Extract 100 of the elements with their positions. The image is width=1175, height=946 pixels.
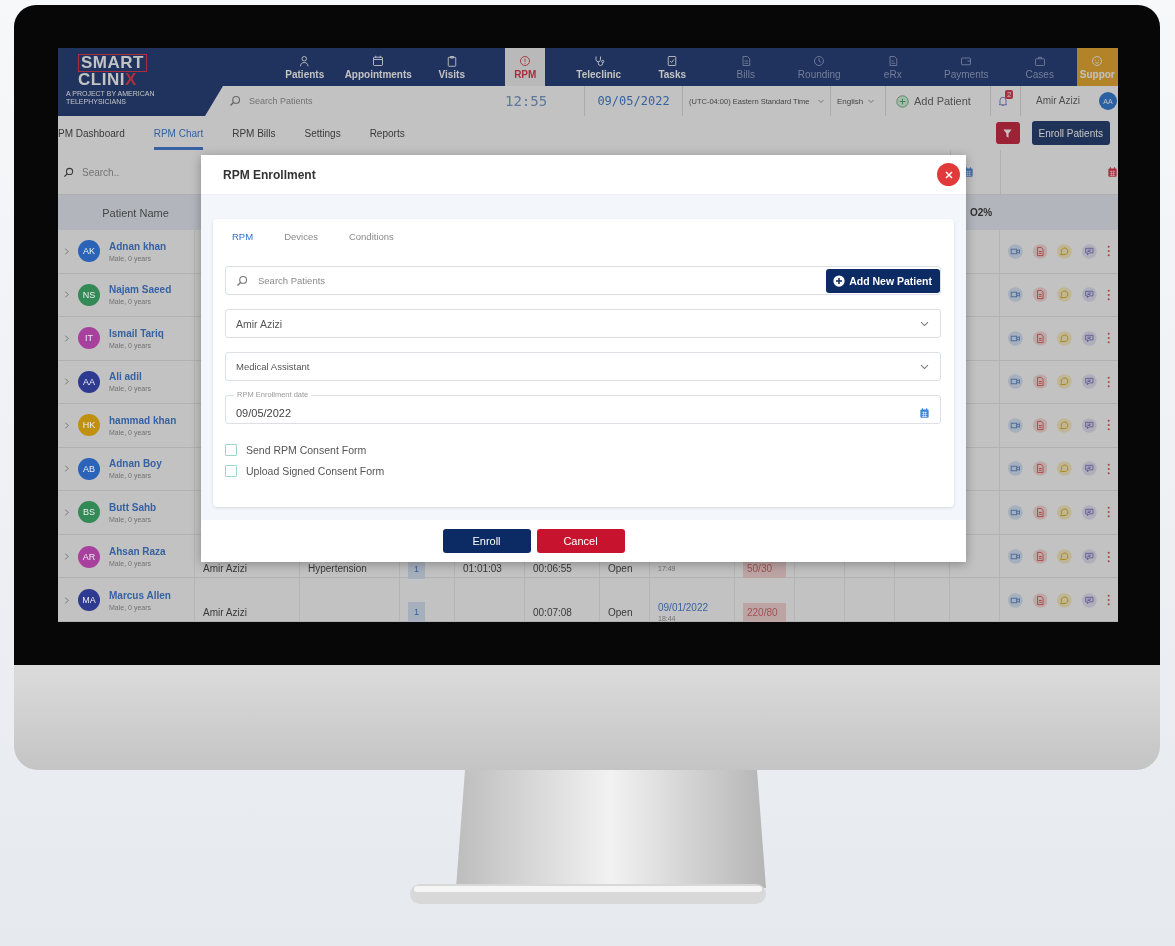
page-tab[interactable]: Reports xyxy=(369,116,405,150)
date-text: 09/05/2022 xyxy=(597,94,670,108)
funnel-icon xyxy=(1002,127,1013,139)
alert-circle-icon xyxy=(519,54,532,67)
message-icon xyxy=(1081,548,1097,565)
more-icon xyxy=(1106,549,1110,564)
message-icon xyxy=(1081,460,1097,478)
chevron-right-icon xyxy=(62,595,71,605)
message-icon xyxy=(1081,329,1097,347)
page-tab[interactable]: PM Dashboard xyxy=(58,116,125,150)
patient-name-link[interactable]: Butt Sahb xyxy=(109,501,157,513)
table-cell: Amir Azizi xyxy=(203,606,247,618)
page-tab[interactable]: RPM Bills xyxy=(232,116,276,150)
chat-bubble-icon xyxy=(1057,329,1072,347)
nav-tab[interactable]: Appointments xyxy=(341,48,415,86)
reading-value: 220/80 xyxy=(743,602,786,622)
dialog-tab[interactable]: Devices xyxy=(284,231,318,242)
checkbox-label: Send RPM Consent Form xyxy=(246,444,367,456)
checkbox-label: Upload Signed Consent Form xyxy=(246,465,385,477)
nav-tab[interactable]: Tasks xyxy=(635,48,709,86)
chat-bubble-icon xyxy=(1057,286,1072,304)
patient-name-link[interactable]: Adnan Boy xyxy=(109,458,162,470)
clock-time: 12:55 xyxy=(505,93,548,109)
stethoscope-icon xyxy=(592,54,605,67)
select-field[interactable]: Amir Azizi xyxy=(225,309,941,338)
patient-avatar: AK xyxy=(78,240,100,263)
nav-tab[interactable]: Patients xyxy=(268,48,342,86)
patient-avatar: AR xyxy=(78,545,100,568)
message-icon xyxy=(1081,286,1097,304)
patient-name-link[interactable]: Ali adil xyxy=(109,371,152,383)
checklist-icon xyxy=(666,54,679,67)
column-header: Patient Name xyxy=(102,206,169,219)
patient-name-link[interactable]: hammad khan xyxy=(109,414,177,426)
page-tab[interactable]: Settings xyxy=(304,116,341,150)
chevron-down-icon xyxy=(867,97,876,105)
search-icon xyxy=(63,166,74,178)
patient-avatar: AB xyxy=(78,457,100,480)
checkbox[interactable] xyxy=(225,444,237,456)
video-camera-icon xyxy=(1008,503,1023,521)
patient-name-link[interactable]: Adnan khan xyxy=(109,240,167,252)
plus-circle-icon xyxy=(896,94,909,108)
chevron-right-icon xyxy=(62,377,71,387)
document-icon xyxy=(1032,548,1048,565)
document-icon xyxy=(886,54,899,67)
chat-bubble-icon xyxy=(1057,503,1072,521)
document-icon xyxy=(1032,286,1048,304)
video-camera-icon xyxy=(1008,286,1023,304)
nav-tab[interactable]: Visits xyxy=(415,48,489,86)
logo-text: SMART xyxy=(78,54,147,72)
video-camera-icon xyxy=(1008,460,1023,478)
select-field[interactable]: Medical Assistant xyxy=(225,352,941,381)
cancel-button[interactable]: Cancel xyxy=(536,529,625,553)
date-link[interactable]: 09/01/2022 xyxy=(658,602,709,613)
enroll-button[interactable]: Enroll xyxy=(442,529,531,553)
patient-name-link[interactable]: Marcus Allen xyxy=(109,589,171,601)
dialog-tab[interactable]: Conditions xyxy=(348,231,394,242)
filter-button[interactable] xyxy=(995,122,1020,144)
patient-avatar: IT xyxy=(78,327,100,350)
bell-icon xyxy=(997,95,1009,107)
close-button[interactable] xyxy=(937,163,960,186)
dialog-title: RPM Enrollment xyxy=(223,167,316,182)
more-icon xyxy=(1106,593,1110,607)
patient-avatar: BS xyxy=(78,501,100,524)
patient-search-field[interactable]: Search Patients Add New Patient xyxy=(225,266,941,295)
chevron-right-icon xyxy=(62,290,71,300)
calendar-icon xyxy=(919,406,930,419)
dialog-tab[interactable]: RPM xyxy=(232,231,254,242)
table-cell: 01:01:03 xyxy=(463,563,502,574)
person-icon xyxy=(298,54,311,67)
chevron-right-icon xyxy=(62,507,71,517)
search-field[interactable]: Search Patients xyxy=(247,95,490,107)
document-icon xyxy=(1032,373,1048,391)
more-icon xyxy=(1106,287,1110,302)
wallet-icon xyxy=(960,54,973,67)
patient-avatar: NS xyxy=(78,283,100,306)
chat-bubble-icon xyxy=(1057,373,1072,391)
add-new-patient-button[interactable]: Add New Patient xyxy=(826,268,940,293)
smiley-icon xyxy=(1091,54,1104,67)
more-icon xyxy=(1106,244,1110,259)
chevron-right-icon xyxy=(62,246,71,256)
document-icon xyxy=(1032,460,1048,478)
search-icon xyxy=(229,95,241,107)
table-cell: Hypertension xyxy=(308,563,367,574)
checkbox[interactable] xyxy=(225,465,237,477)
patient-name-link[interactable]: Ismail Tariq xyxy=(109,327,164,339)
table-cell: 00:07:08 xyxy=(533,606,572,618)
message-icon xyxy=(1081,503,1097,521)
video-camera-icon xyxy=(1008,416,1023,434)
table-cell: Amir Azizi xyxy=(203,563,247,574)
chat-bubble-icon xyxy=(1057,548,1072,565)
nav-tab[interactable]: RPM xyxy=(505,48,546,86)
chevron-right-icon xyxy=(62,420,71,430)
patient-name-link[interactable]: Najam Saeed xyxy=(109,284,172,296)
chat-bubble-icon xyxy=(1057,460,1072,478)
nav-tab[interactable]: Teleclinic xyxy=(562,48,636,86)
message-icon xyxy=(1081,373,1097,391)
clock-icon xyxy=(813,54,826,67)
patient-name-link[interactable]: Ahsan Raza xyxy=(109,546,166,557)
patient-avatar: AA xyxy=(78,370,100,393)
enroll-patients-button[interactable]: Enroll Patients xyxy=(1031,121,1110,145)
